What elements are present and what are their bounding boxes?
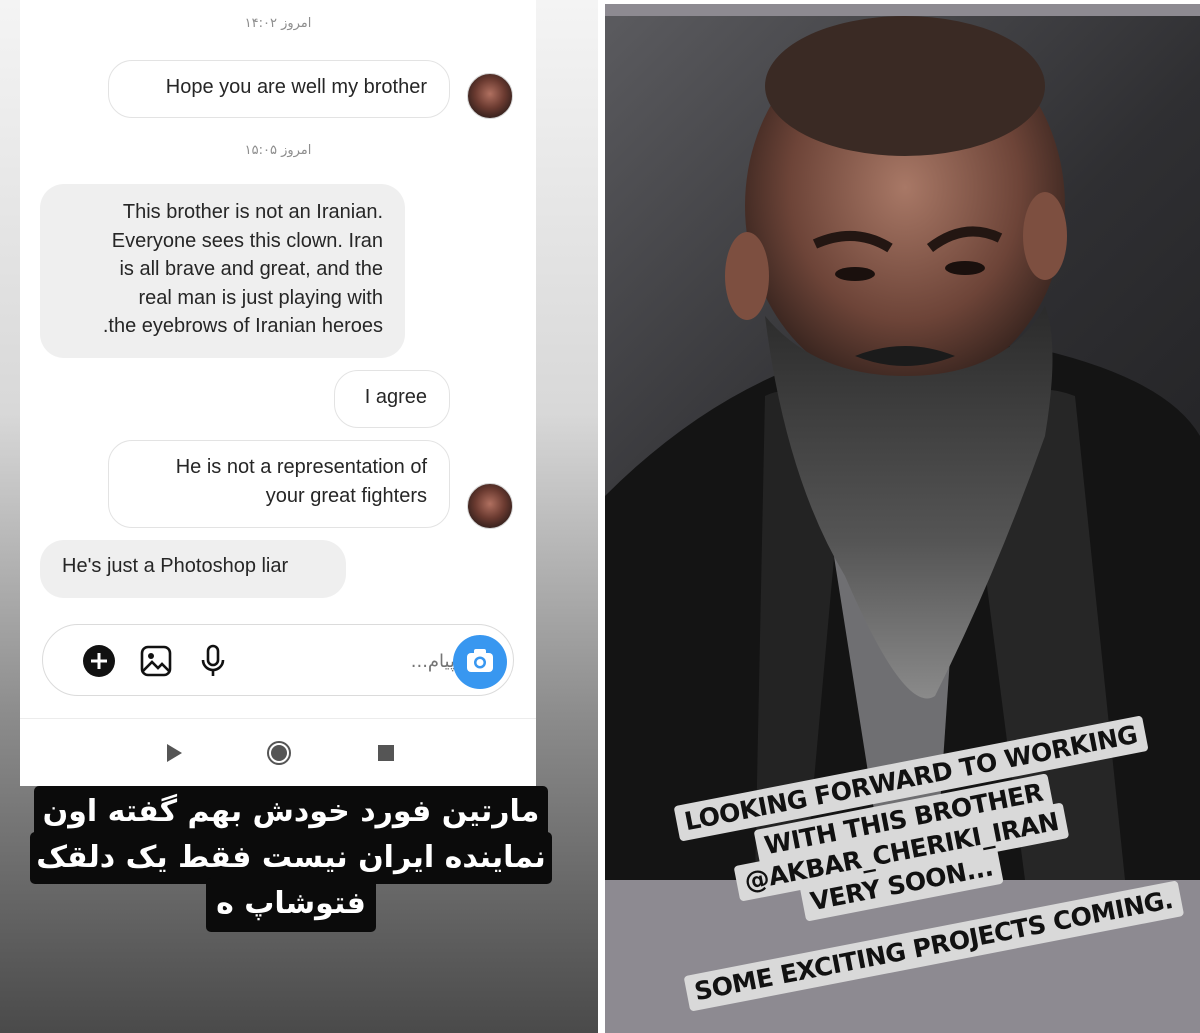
message-line: .the eyebrows of Iranian heroes (102, 315, 383, 337)
recents-icon[interactable] (372, 739, 400, 767)
home-icon[interactable] (265, 739, 293, 767)
message-line: Everyone sees this clown. Iran (111, 229, 383, 252)
message-line: This brother is not an Iranian. (122, 201, 383, 223)
message-line: He is not a representation of (175, 456, 427, 478)
timestamp: امروز ۱۴:۰۲ (244, 16, 312, 31)
message-text: Hope you are well my brother (165, 76, 427, 98)
message-received[interactable]: He's just a Photoshop liar (40, 540, 346, 598)
story-caption: LOOKING FORWARD TO WORKING WITH THIS BRO… (605, 4, 1200, 1033)
plus-icon[interactable] (81, 643, 117, 679)
message-sent[interactable]: Hope you are well my brother (108, 60, 450, 118)
left-panel: امروز ۱۴:۰۲ Hope you are well my brother… (0, 0, 598, 1033)
message-text: I agree (364, 386, 427, 408)
system-nav-bar (20, 718, 536, 786)
message-input[interactable] (293, 647, 455, 675)
timestamp: امروز ۱۵:۰۵ (244, 143, 312, 158)
gallery-icon[interactable] (138, 643, 174, 679)
message-composer (42, 624, 514, 696)
back-icon[interactable] (160, 739, 188, 767)
message-sent[interactable]: I agree (334, 370, 450, 428)
story-caption: مارتین فورد خودش بهم گفته اون نماینده ای… (30, 782, 552, 932)
right-panel: LOOKING FORWARD TO WORKING WITH THIS BRO… (605, 4, 1200, 1033)
camera-button[interactable] (453, 635, 507, 689)
avatar[interactable] (467, 73, 513, 119)
microphone-icon[interactable] (195, 643, 231, 679)
message-line: your great fighters (265, 484, 427, 507)
caption-line: مارتین فورد خودش بهم گفته اون (34, 786, 548, 838)
dm-screen: امروز ۱۴:۰۲ Hope you are well my brother… (20, 0, 536, 786)
message-line: real man is just playing with (138, 286, 383, 309)
message-received[interactable]: This brother is not an Iranian. Everyone… (40, 184, 405, 358)
message-sent[interactable]: He is not a representation of your great… (108, 440, 450, 528)
camera-icon (467, 649, 493, 672)
caption-line: نماینده ایران نیست فقط یک دلقک (30, 832, 552, 884)
message-line: is all brave and great, and the (119, 258, 383, 280)
avatar[interactable] (467, 483, 513, 529)
caption-line: SOME EXCITING PROJECTS COMING. (683, 880, 1184, 1012)
message-text: He's just a Photoshop liar (62, 555, 289, 577)
caption-line: فتوشاپ ه (206, 878, 376, 932)
